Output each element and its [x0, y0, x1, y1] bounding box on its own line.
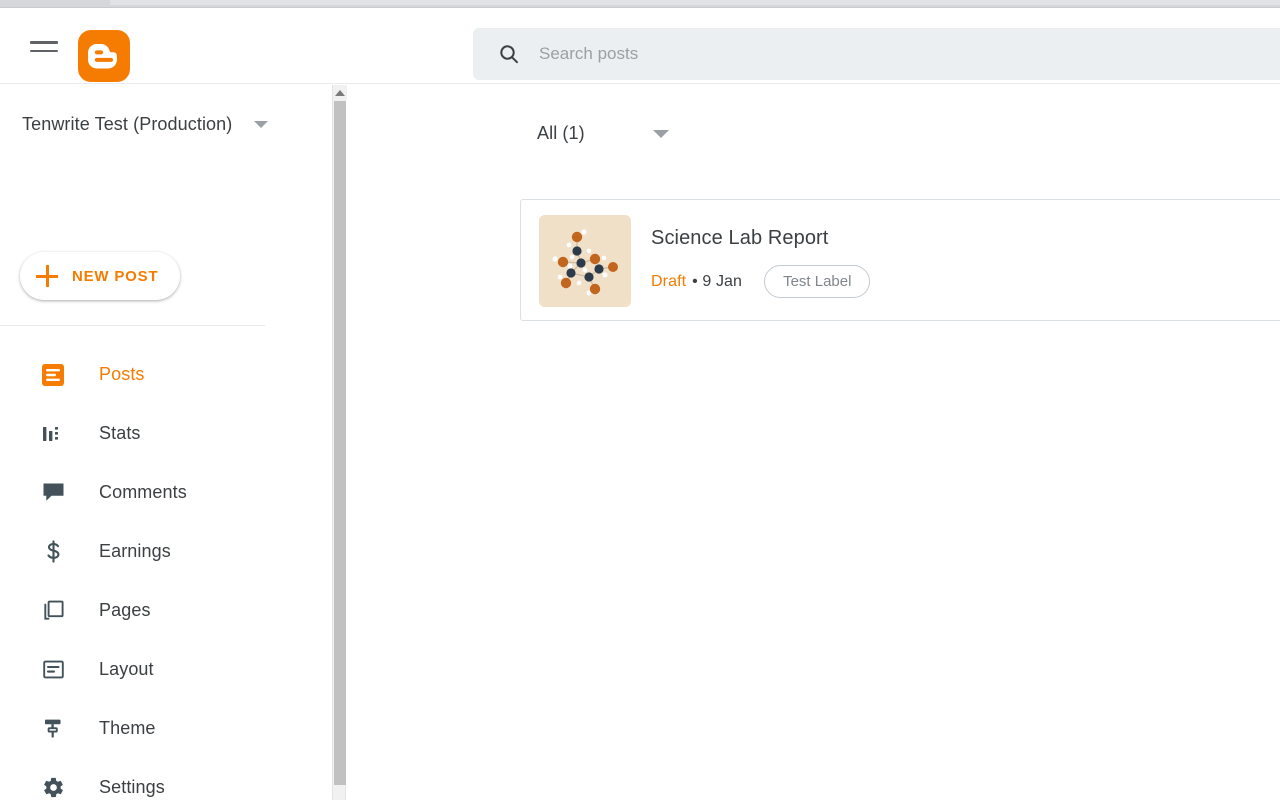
search-bar[interactable] — [473, 28, 1280, 80]
sidebar-item-comments[interactable]: Comments — [0, 463, 332, 522]
molecule-diagram-thumbnail — [539, 215, 631, 307]
sidebar-item-label: Layout — [99, 659, 154, 679]
post-meta: Draft • 9 Jan Test Label — [651, 265, 871, 298]
blogger-logo-icon[interactable] — [78, 30, 130, 82]
post-list-item[interactable]: Science Lab Report Draft • 9 Jan Test La… — [520, 199, 1280, 321]
top-app-bar — [0, 8, 1280, 84]
chevron-down-icon — [652, 129, 669, 138]
hamburger-bar — [30, 41, 58, 44]
post-label-chip[interactable]: Test Label — [764, 265, 871, 298]
sidebar-item-earnings[interactable]: Earnings — [0, 522, 332, 581]
sidebar-item-label: Theme — [99, 718, 156, 738]
sidebar-item-settings[interactable]: Settings — [0, 758, 332, 800]
dollar-icon — [40, 539, 66, 565]
search-input[interactable] — [539, 28, 1280, 80]
posts-icon — [40, 362, 66, 388]
sidebar-item-label: Stats — [99, 423, 141, 443]
pages-icon — [40, 598, 66, 624]
main-content: All (1) Science Lab Report Draft • 9 Jan… — [347, 85, 1280, 800]
sidebar-item-label: Posts — [99, 364, 145, 384]
sidebar-item-layout[interactable]: Layout — [0, 640, 332, 699]
post-title: Science Lab Report — [651, 227, 829, 249]
sidebar-item-posts[interactable]: Posts — [0, 345, 332, 404]
scrollbar-thumb[interactable] — [334, 101, 346, 785]
sidebar-item-label: Settings — [99, 777, 165, 797]
sidebar-item-theme[interactable]: Theme — [0, 699, 332, 758]
plus-icon — [36, 265, 58, 287]
gear-icon — [40, 775, 66, 800]
new-post-button[interactable]: NEW POST — [20, 252, 181, 300]
blog-selector[interactable]: Tenwrite Test (Production) — [22, 107, 312, 141]
blog-name-label: Tenwrite Test (Production) — [22, 113, 233, 134]
sidebar-divider — [0, 325, 265, 326]
search-icon — [500, 45, 518, 64]
browser-chrome-strip-light — [110, 0, 1280, 5]
sidebar: Tenwrite Test (Production) NEW POST Post… — [0, 85, 332, 800]
new-post-label: NEW POST — [72, 267, 159, 285]
comment-icon — [40, 480, 66, 506]
sidebar-nav: Posts Stats Comments Earnings Pages Layo… — [0, 345, 332, 800]
sidebar-item-label: Earnings — [99, 541, 171, 561]
sidebar-item-label: Comments — [99, 482, 187, 502]
post-status-badge: Draft — [651, 272, 687, 290]
paint-roller-icon — [40, 716, 66, 742]
scrollbar-up-arrow-icon[interactable] — [333, 85, 347, 100]
sidebar-item-label: Pages — [99, 600, 151, 620]
chevron-down-icon — [254, 120, 269, 128]
stats-bar-icon — [40, 421, 66, 447]
hamburger-bar — [30, 49, 58, 52]
sidebar-scrollbar[interactable] — [332, 85, 347, 800]
post-filter-label: All (1) — [537, 123, 585, 143]
layout-icon — [40, 657, 66, 683]
post-date: • 9 Jan — [692, 272, 743, 290]
hamburger-menu-icon[interactable] — [30, 38, 60, 60]
sidebar-item-stats[interactable]: Stats — [0, 404, 332, 463]
post-filter-dropdown[interactable]: All (1) — [537, 123, 669, 144]
sidebar-item-pages[interactable]: Pages — [0, 581, 332, 640]
